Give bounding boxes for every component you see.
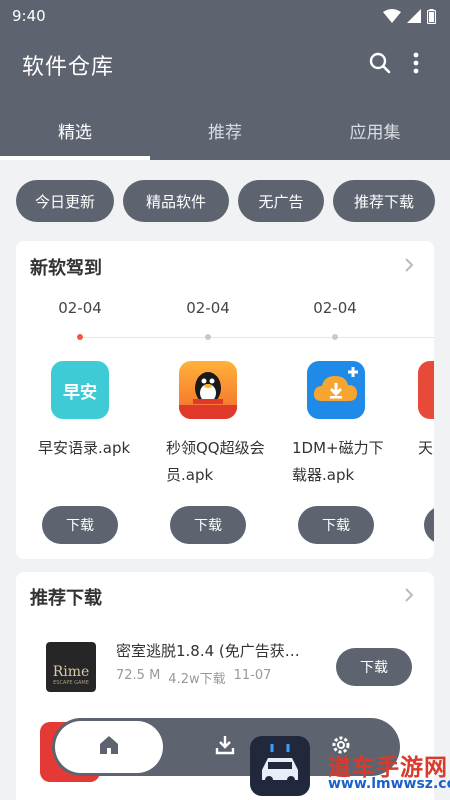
battery-icon: [427, 8, 436, 24]
app-item: 早安 早安语录.apk 下载: [38, 361, 138, 544]
list-item[interactable]: Rime ESCAPE GAME 密室逃脱1.8.4 (免广告获… 72.5 M…: [16, 632, 434, 702]
item-meta: 72.5 M 4.2w下载 11-07: [116, 668, 271, 687]
download-button[interactable]: 下载: [424, 506, 434, 544]
chip-recommended-downloads[interactable]: 推荐下载: [333, 180, 435, 222]
app-name: 1DM+磁力下载器.apk: [292, 439, 384, 484]
new-apps-header[interactable]: 新软驾到: [16, 241, 434, 293]
download-icon: [214, 734, 236, 760]
morning-quotes-app-icon[interactable]: 早安: [51, 361, 109, 419]
new-apps-title: 新软驾到: [30, 258, 102, 279]
status-icons: [383, 8, 436, 24]
tab-recommended[interactable]: 推荐: [150, 100, 300, 160]
chevron-right-icon: [404, 587, 414, 607]
tab-collections[interactable]: 应用集: [300, 100, 450, 160]
timeline-dot: [205, 334, 211, 340]
tab-indicator: [0, 156, 150, 160]
new-apps-list: 早安 早安语录.apk 下载 秒领QQ超级会员.apk 下载 1DM+磁力下载器…: [16, 361, 434, 559]
timeline-dot: [332, 334, 338, 340]
download-button[interactable]: 下载: [170, 506, 246, 544]
item-date: 11-07: [233, 668, 272, 683]
download-button[interactable]: 下载: [336, 648, 412, 686]
app-item: 1DM+磁力下载器.apk 下载: [292, 361, 392, 544]
status-bar: 9:40: [0, 0, 450, 32]
chip-premium-software[interactable]: 精品软件: [123, 180, 229, 222]
app-item-partial: 天…v.a… 下载: [418, 361, 434, 544]
toolbar: 软件仓库: [0, 32, 450, 98]
nav-home-button[interactable]: [55, 721, 163, 773]
date-timeline: 02-04 02-04 02-04: [16, 293, 434, 343]
item-size: 72.5 M: [116, 668, 161, 683]
search-icon: [368, 51, 392, 79]
cloud-download-app-icon[interactable]: [307, 361, 365, 419]
item-title: 密室逃脱1.8.4 (免广告获…: [116, 642, 300, 660]
page-title: 软件仓库: [22, 55, 115, 80]
partial-app-icon[interactable]: [418, 361, 434, 419]
app-name: 早安语录.apk: [38, 439, 131, 457]
chevron-right-icon: [404, 257, 414, 277]
escape-room-game-icon: Rime ESCAPE GAME: [46, 642, 96, 692]
download-button[interactable]: 下载: [298, 506, 374, 544]
app-name: 天…v.a…: [418, 439, 434, 457]
filter-chips: 今日更新 精品软件 无广告 推荐下载: [16, 180, 435, 222]
app-item: 秒领QQ超级会员.apk 下载: [166, 361, 266, 544]
new-apps-card: 新软驾到 02-04 02-04 02-04 早安 早安语录.apk 下载 秒领…: [16, 241, 434, 559]
timeline-date: 02-04: [186, 299, 230, 317]
search-button[interactable]: [360, 45, 400, 85]
chip-today-updates[interactable]: 今日更新: [16, 180, 114, 222]
home-icon: [98, 734, 120, 760]
timeline-dot-active: [77, 334, 83, 340]
wifi-icon: [383, 9, 401, 23]
item-downloads: 4.2w下载: [168, 672, 226, 687]
chip-ad-free[interactable]: 无广告: [238, 180, 324, 222]
more-vertical-icon: [413, 52, 419, 78]
app-name: 秒领QQ超级会员.apk: [166, 439, 265, 484]
watermark-url: www.lmwwsz.com: [328, 776, 450, 792]
tab-bar: 精选 推荐 应用集: [0, 100, 450, 160]
download-button[interactable]: 下载: [42, 506, 118, 544]
watermark-car-logo: [250, 736, 310, 796]
nav-downloads-button[interactable]: [204, 726, 246, 768]
timeline-date: 02-04: [58, 299, 102, 317]
tab-featured[interactable]: 精选: [0, 100, 150, 160]
signal-icon: [407, 9, 421, 23]
timeline-date: 02-04: [313, 299, 357, 317]
status-time: 9:40: [12, 7, 46, 25]
more-menu-button[interactable]: [404, 45, 428, 85]
recommend-title: 推荐下载: [30, 588, 102, 609]
recommend-header[interactable]: 推荐下载: [16, 572, 434, 622]
app-header: 9:40 软件仓库 精选 推荐 应用集: [0, 0, 450, 160]
qq-penguin-app-icon[interactable]: [179, 361, 237, 419]
timeline-line: [80, 337, 434, 338]
